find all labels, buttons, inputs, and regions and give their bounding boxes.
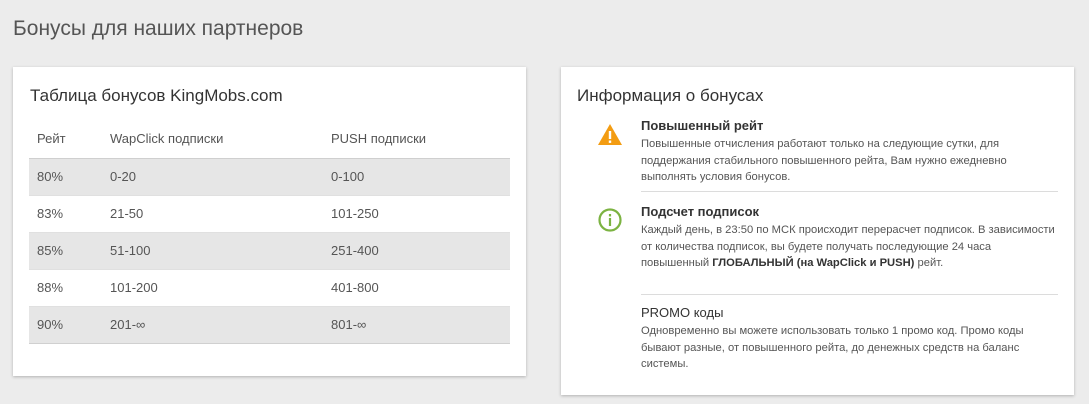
cell-push: 401-800 [323, 268, 510, 306]
info-item-boosted-rate: Повышенный рейт Повышенные отчисления ра… [641, 118, 1058, 186]
bonus-info-title: Информация о бонусах [577, 86, 764, 105]
info-item-promo-codes: PROMO коды Одновременно вы можете исполь… [641, 305, 1058, 373]
divider [641, 191, 1058, 192]
table-header-row: Рейт WapClick подписки PUSH подписки [29, 120, 510, 158]
info-item-text: Повышенные отчисления работают только на… [641, 138, 1007, 183]
cell-rate: 80% [29, 157, 102, 195]
cell-rate: 88% [29, 268, 102, 306]
bonus-table-title: Таблица бонусов KingMobs.com [30, 86, 283, 105]
cell-push: 251-400 [323, 231, 510, 269]
warning-icon [598, 124, 622, 145]
cell-rate: 90% [29, 305, 102, 344]
header-push: PUSH подписки [331, 131, 427, 147]
table-row: 88% 101-200 401-800 [29, 268, 510, 306]
info-item-title: Подсчет подписок [641, 204, 760, 219]
info-item-title: PROMO коды [641, 305, 724, 320]
cell-wapclick: 0-20 [102, 157, 323, 195]
cell-wapclick: 101-200 [102, 268, 323, 306]
cell-push: 101-250 [323, 194, 510, 232]
header-wapclick: WapClick подписки [110, 131, 224, 147]
bonus-table-card: Таблица бонусов KingMobs.com Рейт WapCli… [13, 67, 526, 376]
cell-push: 0-100 [323, 157, 510, 195]
info-text-part: рейт. [914, 257, 944, 269]
info-icon [598, 208, 622, 232]
info-item-text: Каждый день, в 23:50 по МСК происходит п… [641, 222, 1058, 272]
cell-wapclick: 201-∞ [102, 305, 323, 344]
table-row: 80% 0-20 0-100 [29, 157, 510, 195]
info-item-title: Повышенный рейт [641, 118, 764, 133]
cell-wapclick: 51-100 [102, 231, 323, 269]
cell-rate: 85% [29, 231, 102, 269]
info-text-bold: ГЛОБАЛЬНЫЙ (на WapClick и PUSH) [712, 257, 915, 269]
table-row: 83% 21-50 101-250 [29, 194, 510, 232]
table-row: 85% 51-100 251-400 [29, 231, 510, 269]
bonus-info-card: Информация о бонусах Повышенный рейт Пов… [561, 67, 1074, 395]
info-item-subscription-count: Подсчет подписок Каждый день, в 23:50 по… [641, 204, 1058, 272]
cell-push: 801-∞ [323, 305, 510, 344]
header-rate: Рейт [37, 131, 66, 147]
page-title: Бонусы для наших партнеров [13, 17, 304, 40]
info-item-text: Одновременно вы можете использовать толь… [641, 325, 1024, 370]
bonus-table: Рейт WapClick подписки PUSH подписки 80%… [29, 120, 510, 344]
table-row: 90% 201-∞ 801-∞ [29, 305, 510, 344]
divider [641, 294, 1058, 295]
cell-rate: 83% [29, 194, 102, 232]
cell-wapclick: 21-50 [102, 194, 323, 232]
